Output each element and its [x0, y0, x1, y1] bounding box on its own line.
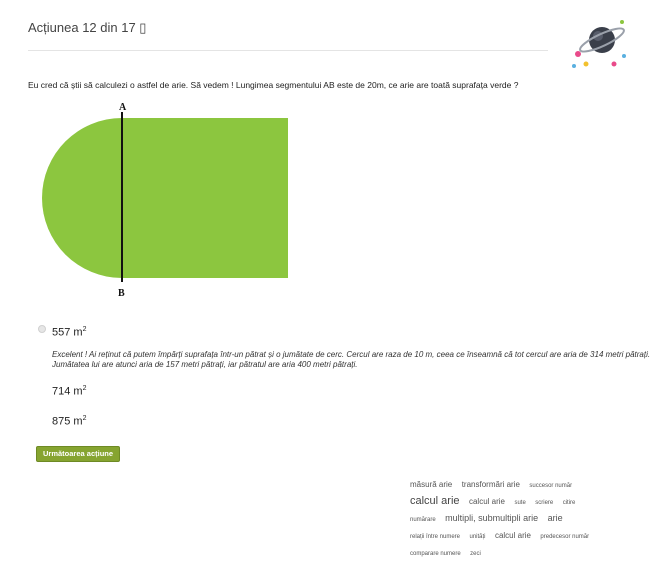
tag-link[interactable]: comparare numere [410, 551, 461, 557]
answer-exponent: 2 [82, 326, 87, 333]
answer-exponent: 2 [82, 415, 87, 422]
answer-option-1[interactable]: 557 m2 [52, 326, 86, 339]
answer-explanation: Excelent ! Ai reținut că putem împărți s… [52, 350, 651, 369]
planet-logo-icon [572, 20, 626, 68]
tag-link[interactable]: citire [563, 500, 576, 506]
answer-value: 557 m [52, 326, 83, 339]
tag-link[interactable]: calcul arie [410, 495, 460, 507]
answer-option-2[interactable]: 714 m2 [52, 385, 86, 398]
tag-link[interactable]: numărare [410, 517, 436, 523]
tag-link[interactable]: succesor număr [529, 483, 572, 489]
tag-link[interactable]: arie [548, 513, 563, 523]
tag-link[interactable]: măsură arie [410, 480, 452, 489]
tag-link[interactable]: calcul arie [469, 497, 505, 506]
tag-link[interactable]: zeci [470, 551, 481, 557]
label-b: B [118, 288, 125, 299]
next-action-button[interactable]: Următoarea acțiune [36, 446, 121, 462]
tag-link[interactable]: transformări arie [462, 480, 520, 489]
answer-radio-1[interactable] [38, 325, 46, 333]
tag-link[interactable]: sute [514, 500, 525, 506]
header-divider [28, 50, 548, 51]
answer-option-3[interactable]: 875 m2 [52, 415, 86, 428]
answer-value: 714 m [52, 385, 83, 398]
area-figure: A B [42, 102, 288, 299]
lesson-page: Acțiunea 12 din 17 ▯ Eu cred că știi să … [0, 0, 653, 562]
question-text: Eu cred că știi să calculezi o astfel de… [28, 80, 519, 90]
tag-link[interactable]: calcul arie [495, 531, 531, 540]
tag-link[interactable]: multipli, submultipli arie [445, 513, 538, 523]
tag-link[interactable]: predecesor număr [540, 534, 589, 540]
label-a: A [119, 102, 127, 113]
answer-value: 875 m [52, 415, 83, 428]
tag-link[interactable]: relații între numere [410, 534, 460, 540]
page-title: Acțiunea 12 din 17 ▯ [28, 20, 147, 35]
tag-link[interactable]: scriere [535, 500, 553, 506]
tag-link[interactable]: unități [469, 534, 485, 540]
answer-exponent: 2 [82, 385, 87, 392]
green-area-shape [42, 118, 288, 278]
tag-cloud: măsură arie transformări arie succesor n… [410, 476, 650, 561]
